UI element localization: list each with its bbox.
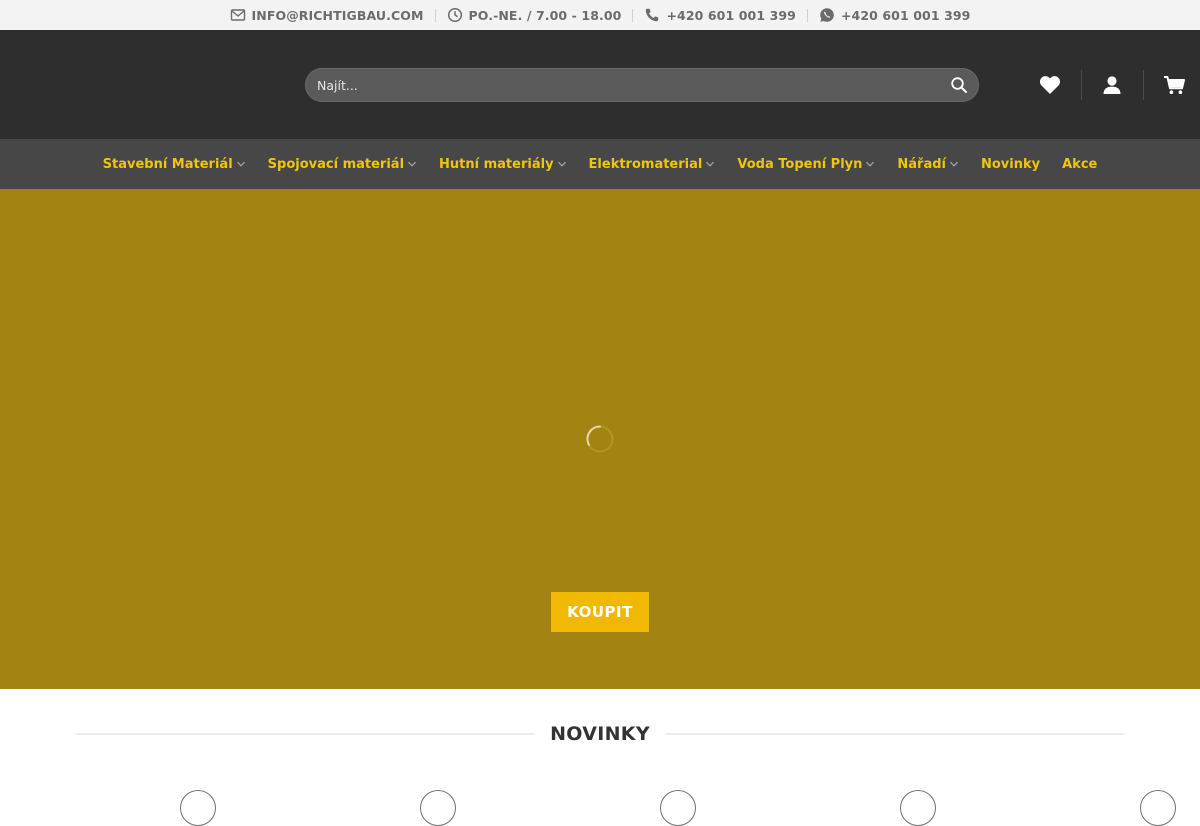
chevron-down-icon [866,161,875,167]
chevron-down-icon [557,161,566,167]
nav-item-label: Spojovací materiál [267,156,405,172]
hours-info: PO.-NE. / 7.00 - 18.00 [436,7,633,23]
phone-icon [646,8,659,22]
nav-item-spojovaci-material[interactable]: Spojovací materiál [257,157,428,172]
chevron-down-icon [408,161,416,167]
phone-link[interactable]: +420 601 001 399 [633,7,807,23]
account-button[interactable] [1101,74,1123,96]
main-nav: Stavební Materiál Spojovací materiál Hutní… [0,139,1200,189]
cart-icon [1164,76,1185,94]
envelope-icon [230,9,245,21]
product-wishlist-button[interactable] [660,790,696,826]
whatsapp-icon [820,8,834,22]
cart-button[interactable] [1163,74,1185,96]
product-wishlist-button[interactable] [900,790,936,826]
nav-item-elektromaterial[interactable]: Elektromaterial [578,157,727,172]
heart-icon [1039,76,1061,94]
nav-item-label: Stavební Materiál [102,156,233,172]
email-text: INFO@RICHTIGBAU.COM [251,7,424,23]
email-link[interactable]: INFO@RICHTIGBAU.COM [219,7,435,23]
chevron-down-icon [950,161,958,167]
nav-item-label: Novinky [981,156,1041,172]
whatsapp-text: +420 601 001 399 [840,7,971,23]
divider [1143,70,1144,100]
section-header: NOVINKY [75,718,1125,750]
hours-text: PO.-NE. / 7.00 - 18.00 [468,7,622,23]
divider [664,733,1125,735]
product-wishlist-button[interactable] [1140,790,1176,826]
divider [75,733,536,735]
user-icon [1103,76,1121,94]
hero-banner: KOUPIT [0,189,1200,689]
nav-item-hutni-materialy[interactable]: Hutní materiály [428,157,578,172]
search-icon [951,77,967,93]
nav-item-novinky[interactable]: Novinky [970,157,1051,172]
product-wishlist-button[interactable] [420,790,456,826]
nav-item-label: Nářadí [897,156,946,172]
nav-item-akce[interactable]: Akce [1051,157,1108,172]
nav-item-label: Hutní materiály [439,156,554,172]
nav-item-label: Akce [1062,156,1098,172]
nav-item-voda-topeni-plyn[interactable]: Voda Topení Plyn [726,157,886,172]
clock-icon [447,7,462,23]
nav-item-naradi[interactable]: Nářadí [886,157,970,172]
search-bar [305,68,979,102]
search-input[interactable] [306,69,940,101]
phone-text: +420 601 001 399 [666,7,796,23]
search-button[interactable] [940,69,978,101]
nav-item-label: Elektromaterial [588,156,703,172]
chevron-down-icon [236,161,245,167]
nav-item-stavebni-material[interactable]: Stavební Materiál [92,157,257,172]
top-bar: INFO@RICHTIGBAU.COM PO.-NE. / 7.00 - 18.… [0,0,1200,30]
whatsapp-link[interactable]: +420 601 001 399 [808,7,982,23]
wishlist-button[interactable] [1039,74,1061,96]
chevron-down-icon [706,161,715,167]
site-header [0,30,1200,139]
product-wishlist-button[interactable] [180,790,216,826]
divider [1081,70,1082,100]
nav-item-label: Voda Topení Plyn [737,156,863,172]
section-title: NOVINKY [550,723,650,745]
buy-button[interactable]: KOUPIT [551,592,649,632]
loading-spinner-icon [586,425,614,453]
